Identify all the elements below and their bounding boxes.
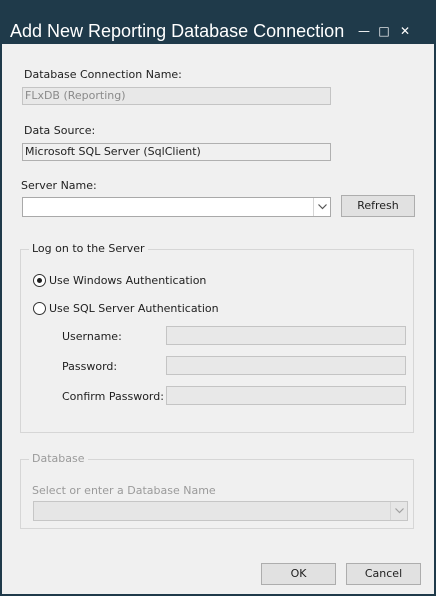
connection-name-label: Database Connection Name: — [24, 68, 182, 81]
windows-auth-label[interactable]: Use Windows Authentication — [49, 274, 206, 287]
dialog-window: Add New Reporting Database Connection — … — [0, 0, 436, 596]
radio-selected-dot — [37, 278, 42, 283]
refresh-button[interactable]: Refresh — [341, 195, 415, 217]
username-field[interactable] — [166, 326, 406, 345]
database-select-label: Select or enter a Database Name — [32, 484, 216, 497]
cancel-button[interactable]: Cancel — [346, 563, 421, 585]
database-combobox[interactable] — [33, 501, 408, 521]
password-field[interactable] — [166, 356, 406, 375]
confirm-password-field[interactable] — [166, 386, 406, 405]
data-source-label: Data Source: — [24, 124, 96, 137]
chevron-down-icon[interactable] — [390, 502, 407, 520]
database-legend: Database — [29, 452, 88, 465]
sql-auth-radio[interactable] — [33, 302, 46, 315]
close-icon[interactable]: ✕ — [398, 24, 412, 38]
confirm-password-label: Confirm Password: — [62, 390, 164, 403]
maximize-icon[interactable]: □ — [377, 24, 391, 38]
server-name-label: Server Name: — [21, 179, 97, 192]
windows-auth-radio[interactable] — [33, 274, 46, 287]
title-bar[interactable]: Add New Reporting Database Connection — … — [0, 0, 436, 44]
username-label: Username: — [62, 330, 122, 343]
password-label: Password: — [62, 360, 118, 373]
connection-name-field[interactable]: FLxDB (Reporting) — [22, 87, 331, 105]
minimize-icon[interactable]: — — [357, 24, 371, 38]
logon-legend: Log on to the Server — [29, 242, 148, 255]
window-title: Add New Reporting Database Connection — [10, 21, 345, 41]
ok-button[interactable]: OK — [261, 563, 336, 585]
sql-auth-label[interactable]: Use SQL Server Authentication — [49, 302, 219, 315]
server-name-combobox[interactable] — [22, 197, 331, 217]
data-source-field[interactable]: Microsoft SQL Server (SqlClient) — [22, 143, 331, 161]
dialog-body: Database Connection Name: FLxDB (Reporti… — [2, 44, 434, 594]
chevron-down-icon[interactable] — [313, 198, 330, 216]
